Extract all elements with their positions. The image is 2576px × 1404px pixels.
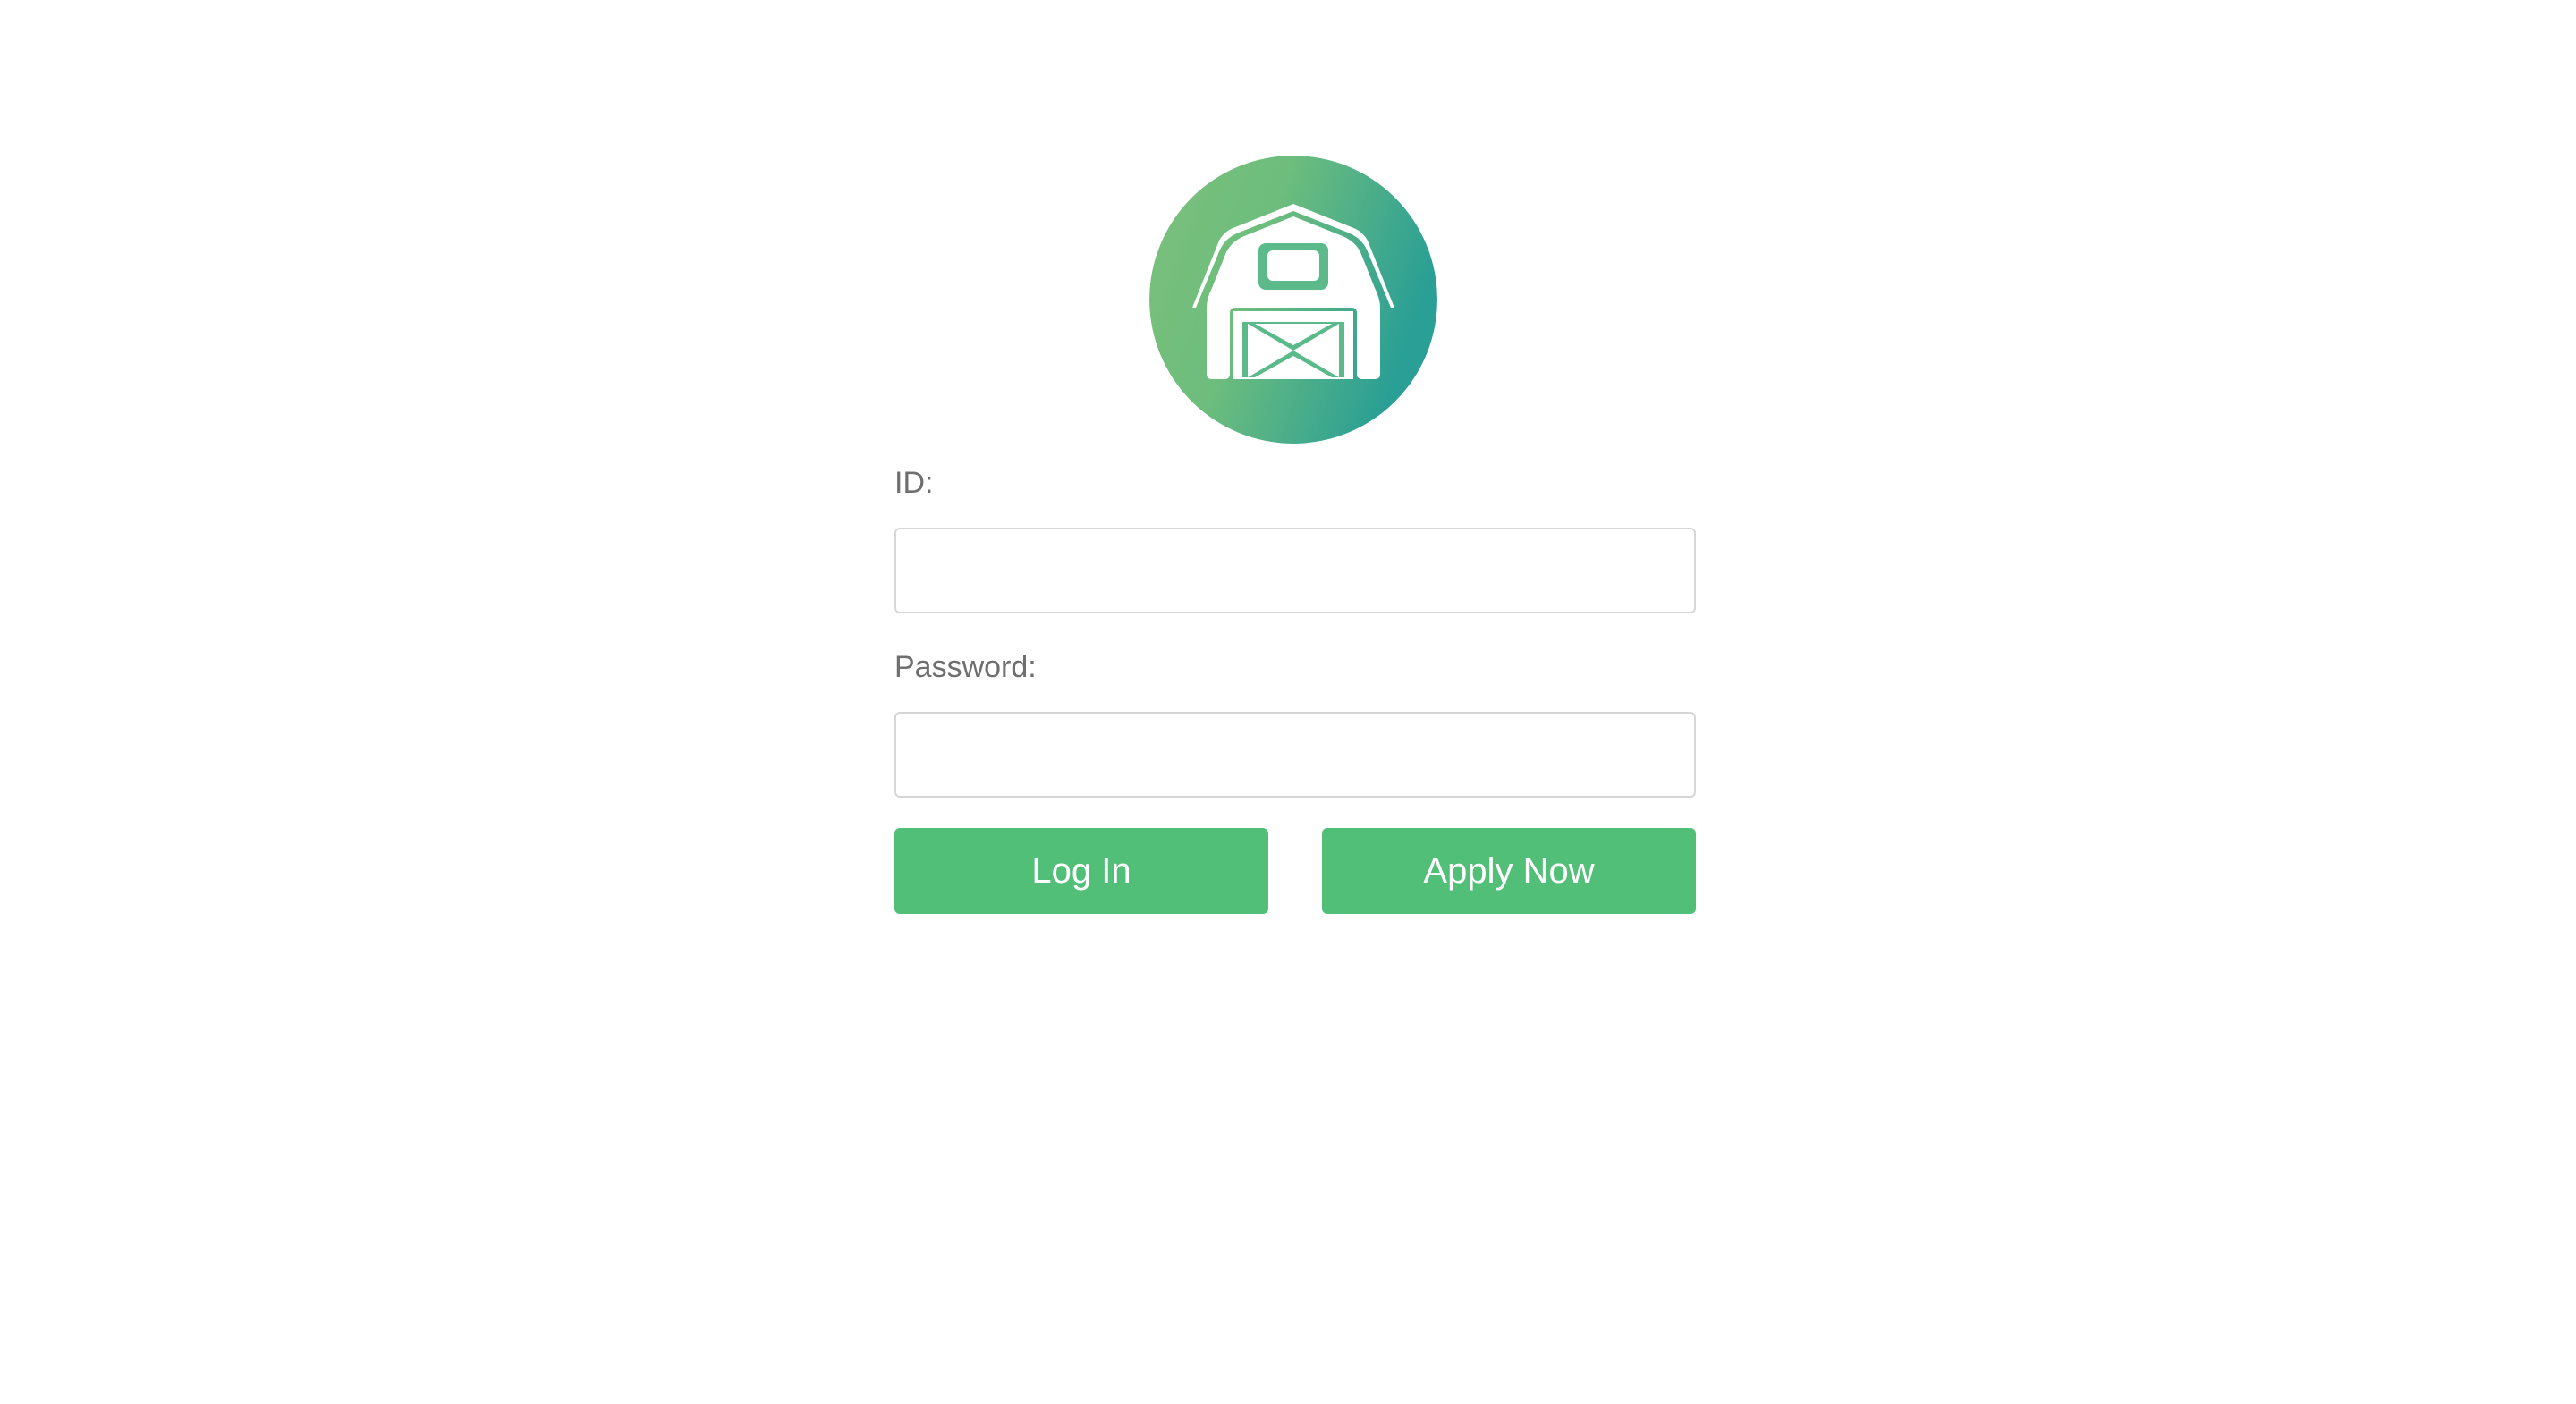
- login-button[interactable]: Log In: [894, 828, 1268, 914]
- login-page: ID: Password: Log In Apply Now: [0, 0, 2576, 1404]
- password-label: Password:: [894, 650, 1037, 684]
- id-input[interactable]: [894, 528, 1696, 613]
- password-input[interactable]: [894, 712, 1696, 798]
- apply-now-button[interactable]: Apply Now: [1322, 828, 1696, 914]
- id-label: ID:: [894, 466, 934, 500]
- barn-logo-icon: [1149, 156, 1437, 444]
